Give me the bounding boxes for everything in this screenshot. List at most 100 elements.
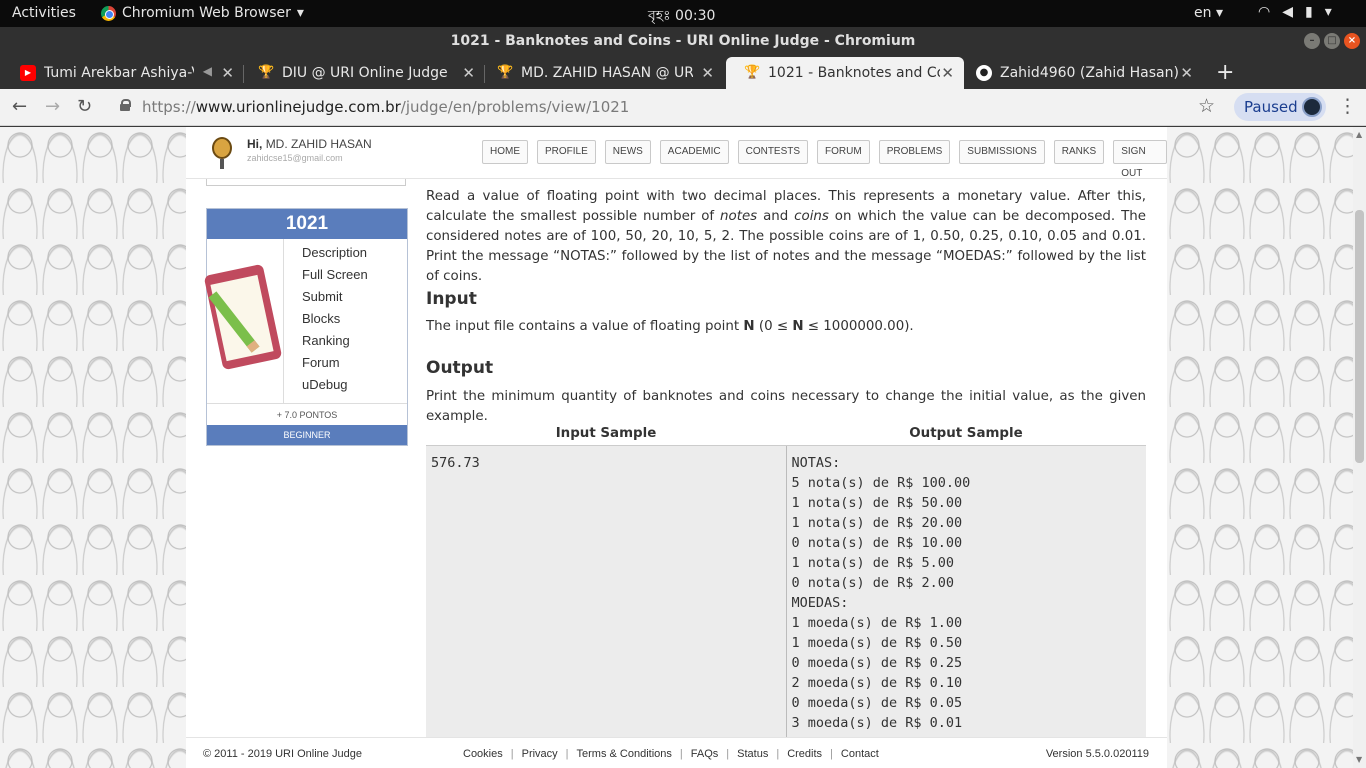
menu-icon[interactable]: ⋮	[1338, 95, 1357, 117]
tab-label: Zahid4960 (Zahid Hasan)	[1000, 65, 1179, 81]
scroll-down-icon[interactable]: ▼	[1356, 755, 1362, 764]
input-sample-header: Input Sample	[426, 423, 786, 446]
tab-strip: ▶ Tumi Arekbar Ashiya-V ◀ ✕ 🏆 DIU @ URI …	[0, 55, 1366, 89]
forward-button[interactable]: →	[45, 96, 60, 117]
close-window-button[interactable]: ×	[1344, 33, 1360, 49]
back-button[interactable]: ←	[12, 96, 27, 117]
site-footer: © 2011 - 2019 URI Online Judge Cookies | …	[186, 737, 1167, 768]
copyright: © 2011 - 2019 URI Online Judge	[203, 748, 362, 760]
tab-problem-1021[interactable]: 🏆 1021 - Banknotes and Coins ✕	[726, 57, 964, 89]
tab-diu[interactable]: 🏆 DIU @ URI Online Judge ✕	[240, 57, 485, 89]
link-forum[interactable]: Forum	[302, 355, 368, 377]
language-label: en	[1194, 5, 1212, 21]
footer-link-contact[interactable]: Contact	[841, 748, 879, 760]
problem-number: 1021	[207, 209, 407, 239]
bookmark-star-icon[interactable]: ☆	[1198, 95, 1215, 117]
variable-n: N	[792, 319, 804, 334]
menu-academic[interactable]: ACADEMIC	[659, 140, 729, 164]
menu-sign-out[interactable]: SIGN OUT	[1113, 140, 1167, 179]
volume-icon: ◀	[1282, 4, 1293, 20]
main-menu: HOME PROFILE NEWS ACADEMIC CONTESTS FORU…	[482, 140, 1167, 179]
menu-submissions[interactable]: SUBMISSIONS	[959, 140, 1045, 164]
input-sample[interactable]: 576.73	[426, 445, 787, 768]
menu-news[interactable]: NEWS	[604, 140, 651, 164]
link-full-screen[interactable]: Full Screen	[302, 267, 368, 289]
close-tab-icon[interactable]: ✕	[221, 64, 234, 82]
problem-links: Description Full Screen Submit Blocks Ra…	[302, 245, 368, 399]
lock-icon[interactable]	[120, 99, 131, 111]
keyboard-language[interactable]: en ▾	[1194, 5, 1223, 21]
mascot-logo[interactable]	[206, 135, 238, 169]
problem-level: BEGINNER	[207, 425, 407, 445]
output-heading: Output	[426, 358, 494, 378]
user-greeting: Hi, MD. ZAHID HASAN	[247, 137, 372, 151]
close-tab-icon[interactable]: ✕	[701, 64, 714, 82]
output-sample-header: Output Sample	[786, 423, 1146, 446]
input-text: (0 ≤	[754, 319, 793, 334]
trophy-icon: 🏆	[497, 65, 514, 80]
menu-problems[interactable]: PROBLEMS	[878, 140, 951, 164]
window-title: 1021 - Banknotes and Coins - URI Online …	[450, 33, 916, 49]
profile-button[interactable]: Paused	[1234, 93, 1326, 121]
footer-link-privacy[interactable]: Privacy	[522, 748, 558, 760]
output-sample[interactable]: NOTAS: 5 nota(s) de R$ 100.00 1 nota(s) …	[786, 445, 1146, 768]
url-host: www.urionlinejudge.com.br	[195, 98, 401, 116]
footer-link-credits[interactable]: Credits	[787, 748, 822, 760]
chevron-down-icon: ▾	[1324, 4, 1332, 20]
gnome-top-bar: Activities Chromium Web Browser ▾ বৃহঃ 0…	[0, 0, 1366, 27]
footer-links: Cookies | Privacy | Terms & Conditions | FA…	[463, 748, 879, 760]
link-udebug[interactable]: uDebug	[302, 377, 368, 399]
close-tab-icon[interactable]: ✕	[462, 64, 475, 82]
description-text: and	[757, 209, 795, 224]
link-blocks[interactable]: Blocks	[302, 311, 368, 333]
output-description: Print the minimum quantity of banknotes …	[426, 389, 1146, 424]
menu-home[interactable]: HOME	[482, 140, 528, 164]
window-titlebar: 1021 - Banknotes and Coins - URI Online …	[0, 27, 1366, 55]
user-name: MD. ZAHID HASAN	[265, 137, 372, 151]
address-bar[interactable]: https://www.urionlinejudge.com.br/judge/…	[142, 98, 629, 116]
maximize-button[interactable]: □	[1324, 33, 1340, 49]
link-ranking[interactable]: Ranking	[302, 333, 368, 355]
menu-contests[interactable]: CONTESTS	[737, 140, 809, 164]
close-tab-icon[interactable]: ✕	[941, 64, 954, 82]
scroll-up-icon[interactable]: ▲	[1356, 130, 1362, 139]
footer-link-terms[interactable]: Terms & Conditions	[577, 748, 672, 760]
reload-button[interactable]: ↻	[77, 96, 92, 117]
mute-icon[interactable]: ◀	[203, 64, 212, 78]
menu-ranks[interactable]: RANKS	[1053, 140, 1105, 164]
background-pattern	[1167, 127, 1353, 768]
menu-forum[interactable]: FORUM	[817, 140, 870, 164]
app-menu[interactable]: Chromium Web Browser ▾	[101, 5, 304, 21]
tab-youtube[interactable]: ▶ Tumi Arekbar Ashiya-V ◀ ✕	[2, 57, 244, 89]
activities-button[interactable]: Activities	[12, 5, 76, 21]
link-description[interactable]: Description	[302, 245, 368, 267]
clipboard-icon	[203, 239, 284, 403]
tab-github[interactable]: ● Zahid4960 (Zahid Hasan) ✕	[958, 57, 1203, 89]
problem-description: Read a value of floating point with two …	[426, 187, 1146, 287]
footer-divider: |	[679, 748, 683, 760]
app-name: Chromium Web Browser	[122, 5, 291, 21]
user-email: zahidcse15@gmail.com	[247, 153, 343, 163]
system-menu[interactable]: ◠ ◀ ▮ ▾	[1258, 4, 1332, 20]
footer-divider: |	[776, 748, 780, 760]
scrollbar-thumb[interactable]	[1355, 210, 1364, 463]
page-scrollbar[interactable]: ▲ ▼	[1353, 127, 1366, 768]
footer-link-cookies[interactable]: Cookies	[463, 748, 503, 760]
url-path: /judge/en/problems/view/1021	[400, 98, 630, 116]
footer-link-faqs[interactable]: FAQs	[691, 748, 719, 760]
site-header: Hi, MD. ZAHID HASAN zahidcse15@gmail.com…	[186, 127, 1167, 179]
profile-status: Paused	[1244, 98, 1298, 116]
new-tab-button[interactable]: +	[1216, 60, 1234, 85]
input-description: The input file contains a value of float…	[426, 317, 1146, 337]
variable-n: N	[743, 319, 755, 334]
minimize-button[interactable]: –	[1304, 33, 1320, 49]
menu-profile[interactable]: PROFILE	[537, 140, 596, 164]
clock[interactable]: বৃহঃ 00:30	[648, 4, 715, 28]
close-tab-icon[interactable]: ✕	[1180, 64, 1193, 82]
samples-row: 576.73 NOTAS: 5 nota(s) de R$ 100.00 1 n…	[426, 445, 1146, 768]
footer-link-status[interactable]: Status	[737, 748, 768, 760]
avatar	[1302, 97, 1322, 117]
link-submit[interactable]: Submit	[302, 289, 368, 311]
input-text: The input file contains a value of float…	[426, 319, 744, 334]
tab-zahid-profile[interactable]: 🏆 MD. ZAHID HASAN @ URI ✕	[479, 57, 724, 89]
